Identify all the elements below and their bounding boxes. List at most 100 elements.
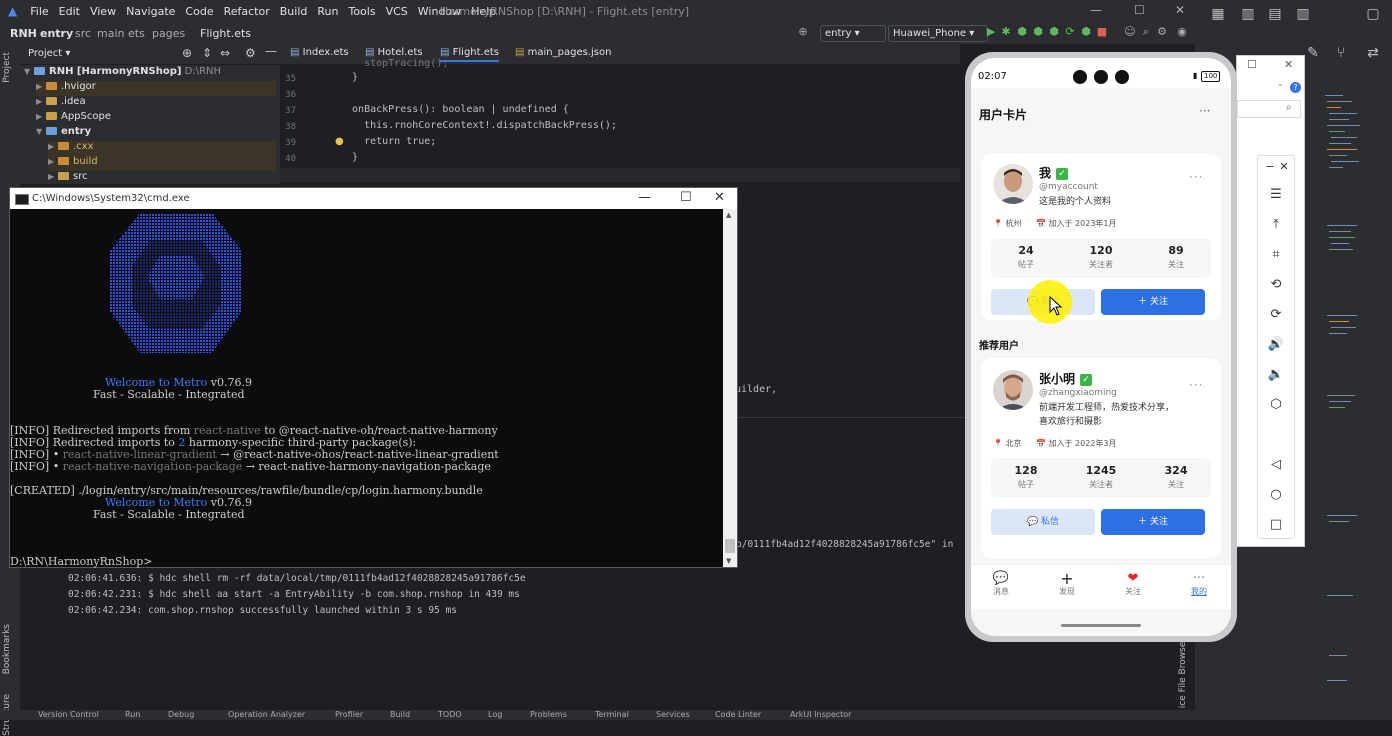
run-config-select[interactable]: entry ▾ bbox=[820, 25, 886, 42]
tab-messages[interactable]: 💬 消息 bbox=[976, 571, 1026, 597]
hide-icon[interactable]: — bbox=[265, 44, 277, 58]
follow-button[interactable]: ＋ 关注 bbox=[1101, 509, 1205, 535]
more-icon[interactable]: ··· bbox=[1189, 170, 1203, 184]
project-view-select[interactable]: Project ▾ bbox=[28, 48, 70, 59]
avatar[interactable] bbox=[993, 164, 1033, 204]
device-file-browser-tab[interactable]: ice File Browser bbox=[1178, 638, 1188, 708]
stat-following[interactable]: 324 关注 bbox=[1146, 464, 1206, 490]
tab-following[interactable]: ❤ 关注 bbox=[1108, 571, 1158, 597]
crop-icon[interactable]: ⌗ bbox=[1266, 246, 1286, 264]
todo-tab[interactable]: TODO bbox=[438, 710, 462, 719]
close-icon[interactable]: ✕ bbox=[714, 190, 725, 205]
layout-split-left-icon[interactable]: ▥ bbox=[1240, 6, 1256, 22]
tree-item-src[interactable]: ▶ src bbox=[48, 171, 88, 186]
menu-build[interactable]: Build bbox=[280, 5, 308, 18]
run-icon[interactable]: ▶ bbox=[985, 26, 997, 38]
close-icon[interactable]: ✕ bbox=[1175, 3, 1185, 17]
menu-tools[interactable]: Tools bbox=[348, 5, 375, 18]
menu-file[interactable]: File bbox=[30, 5, 48, 18]
project-tool-tab[interactable]: Project bbox=[2, 52, 12, 83]
reload-icon[interactable]: ⟳ bbox=[1064, 26, 1076, 38]
stat-posts[interactable]: 24 帖子 bbox=[996, 244, 1056, 270]
search-icon[interactable]: ⌕ bbox=[1140, 26, 1152, 38]
volume-up-icon[interactable]: 🔊 bbox=[1266, 336, 1286, 354]
rotate-icon[interactable]: ⟲ bbox=[1266, 276, 1286, 294]
run-tab[interactable]: Run bbox=[125, 710, 140, 719]
scroll-down-icon[interactable]: ▼ bbox=[726, 557, 731, 565]
branch-icon[interactable]: ⑂ bbox=[1333, 45, 1349, 61]
screenshot-icon[interactable]: ⬡ bbox=[1266, 396, 1286, 414]
follow-button[interactable]: ＋ 关注 bbox=[1101, 289, 1205, 315]
stat-followers[interactable]: 1245 关注者 bbox=[1071, 464, 1131, 490]
scroll-thumb[interactable] bbox=[725, 539, 735, 553]
user-icon[interactable]: ☺ bbox=[1124, 26, 1136, 38]
maximize-icon[interactable]: ☐ bbox=[680, 190, 692, 205]
maximize-icon[interactable]: ☐ bbox=[1134, 3, 1145, 17]
maximize-icon[interactable]: ☐ bbox=[1247, 58, 1257, 71]
cmd-prompt[interactable]: D:\RN\HarmonyRnShop> bbox=[10, 555, 152, 568]
code-linter-tab[interactable]: Code Linter bbox=[715, 710, 761, 719]
gear-icon[interactable]: ⚙ bbox=[245, 46, 256, 60]
profiler-tab[interactable]: Profiler bbox=[335, 710, 363, 719]
menu-run[interactable]: Run bbox=[317, 5, 338, 18]
stat-posts[interactable]: 128 帖子 bbox=[996, 464, 1056, 490]
back-icon[interactable]: ◁ bbox=[1266, 456, 1286, 474]
cmd-title-bar[interactable]: C:\Windows\System32\cmd.exe — ☐ ✕ bbox=[10, 188, 737, 209]
close-icon[interactable]: ✕ bbox=[1274, 158, 1294, 176]
breadcrumb-entry[interactable]: entry bbox=[40, 27, 73, 40]
menu-vcs[interactable]: VCS bbox=[386, 5, 408, 18]
tree-item-hvigor[interactable]: ▶ .hvigor bbox=[36, 81, 276, 96]
avatar[interactable] bbox=[993, 370, 1033, 410]
tree-item-idea[interactable]: ▶ .idea bbox=[36, 96, 86, 111]
menu-refactor[interactable]: Refactor bbox=[224, 5, 270, 18]
account-icon[interactable]: ◉ bbox=[1176, 26, 1188, 38]
layout-grid-icon[interactable]: ▦ bbox=[1210, 6, 1226, 22]
more-icon[interactable]: ··· bbox=[1199, 104, 1210, 118]
breadcrumb-file[interactable]: Flight.ets bbox=[200, 27, 251, 40]
breadcrumb-ets[interactable]: ets bbox=[128, 27, 145, 40]
bookmarks-tool-tab[interactable]: Bookmarks bbox=[2, 624, 12, 674]
menu-view[interactable]: View bbox=[90, 5, 116, 18]
attach-icon[interactable]: ⬢ bbox=[1016, 26, 1028, 38]
version-control-tab[interactable]: Version Control bbox=[38, 710, 99, 719]
tree-item-entry[interactable]: ▼ entry bbox=[36, 126, 91, 141]
chevron-down-icon[interactable]: ⌄ bbox=[1277, 79, 1284, 88]
settings-target-icon[interactable]: ⊕ bbox=[797, 26, 809, 38]
menu-edit[interactable]: Edit bbox=[59, 5, 80, 18]
tab-flight-ets[interactable]: ▤ Flight.ets bbox=[440, 47, 500, 62]
stop-icon[interactable]: ■ bbox=[1096, 26, 1108, 38]
profile-icon[interactable]: ⬢ bbox=[1032, 26, 1044, 38]
breadcrumb-pages[interactable]: pages bbox=[152, 27, 185, 40]
operation-analyzer-tab[interactable]: Operation Analyzer bbox=[228, 710, 305, 719]
home-indicator[interactable] bbox=[1061, 624, 1141, 627]
stat-following[interactable]: 89 关注 bbox=[1146, 244, 1206, 270]
breadcrumb-main[interactable]: main bbox=[97, 27, 124, 40]
diff-icon[interactable]: ⇄ bbox=[1365, 45, 1381, 61]
tree-item-cxx[interactable]: ▶ .cxx bbox=[48, 141, 276, 156]
expand-icon[interactable]: ⇕ bbox=[202, 46, 212, 60]
panel-icon[interactable]: ▢ bbox=[1365, 6, 1381, 22]
tab-me[interactable]: ··· 我的 bbox=[1174, 571, 1224, 597]
code-minimap[interactable] bbox=[1320, 95, 1365, 685]
pin-top-icon[interactable]: ⤒ bbox=[1266, 216, 1286, 234]
build-tab[interactable]: Build bbox=[390, 710, 410, 719]
layout-split-bottom-icon[interactable]: ▤ bbox=[1267, 6, 1283, 22]
recents-icon[interactable]: □ bbox=[1266, 516, 1286, 534]
cmd-output[interactable]: Welcome to Metro v0.76.9 Fast - Scalable… bbox=[10, 209, 723, 568]
tab-discover[interactable]: + 发现 bbox=[1042, 571, 1092, 597]
debug-tab[interactable]: Debug bbox=[168, 710, 194, 719]
coverage-icon[interactable]: ⬢ bbox=[1048, 26, 1060, 38]
breadcrumb-root[interactable]: RNH bbox=[10, 27, 37, 40]
more-icon[interactable]: ··· bbox=[1189, 378, 1203, 392]
home-icon[interactable]: ○ bbox=[1266, 486, 1286, 504]
problems-tab[interactable]: Problems bbox=[530, 710, 567, 719]
arkui-inspector-tab[interactable]: ArkUI Inspector bbox=[790, 710, 851, 719]
tree-item-appscope[interactable]: ▶ AppScope bbox=[36, 111, 111, 126]
rotate-right-icon[interactable]: ⟳ bbox=[1266, 306, 1286, 324]
collapse-icon[interactable]: ⇔ bbox=[220, 46, 230, 60]
stat-followers[interactable]: 120 关注者 bbox=[1071, 244, 1131, 270]
cmd-window[interactable]: C:\Windows\System32\cmd.exe — ☐ ✕ Welcom… bbox=[9, 187, 738, 568]
menu-icon[interactable]: ☰ bbox=[1266, 186, 1286, 204]
volume-down-icon[interactable]: 🔉 bbox=[1266, 366, 1286, 384]
services-tab[interactable]: Services bbox=[656, 710, 690, 719]
